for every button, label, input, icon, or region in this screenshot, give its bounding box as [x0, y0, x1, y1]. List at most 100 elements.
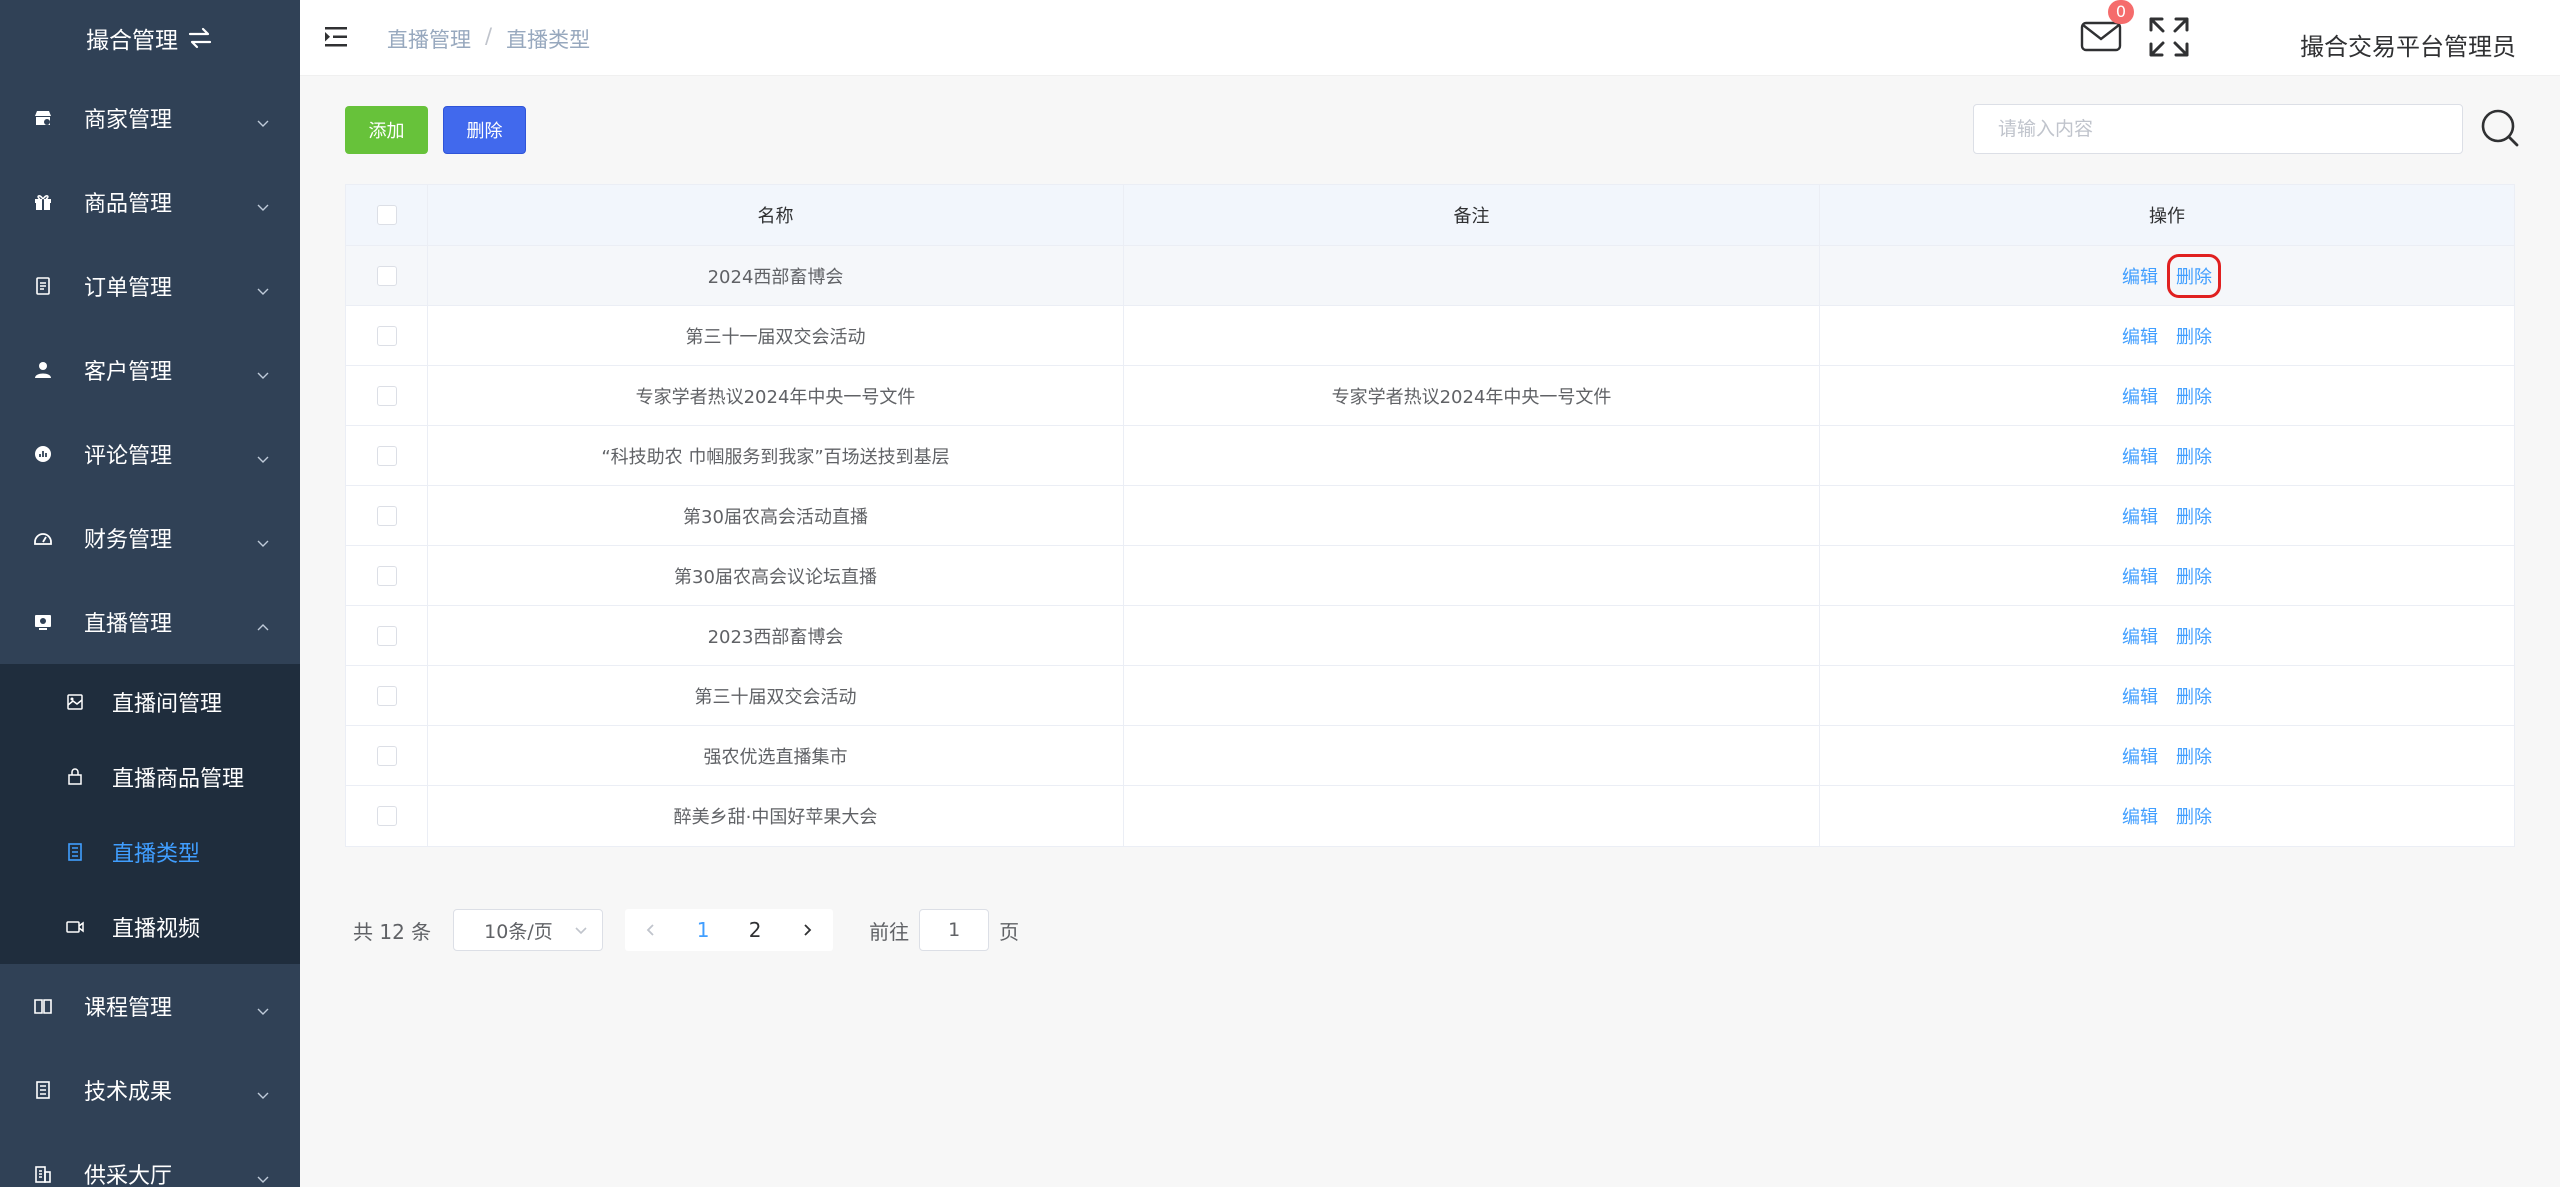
- edit-link[interactable]: 编辑: [2122, 563, 2158, 589]
- row-checkbox[interactable]: [376, 625, 397, 646]
- batch-delete-button[interactable]: 删除: [443, 106, 526, 154]
- sidebar-item-label: 商品管理: [84, 192, 173, 217]
- page-number-1[interactable]: 1: [677, 909, 729, 951]
- delete-link[interactable]: 删除: [2167, 253, 2221, 298]
- wallet-icon: [32, 527, 54, 549]
- row-checkbox[interactable]: [376, 745, 397, 766]
- select-all-checkbox[interactable]: [376, 205, 397, 225]
- add-button[interactable]: 添加: [345, 106, 428, 154]
- hamburger-icon[interactable]: [325, 25, 351, 49]
- sidebar-item-label: 直播视频: [112, 916, 201, 942]
- chevron-down-icon: [256, 447, 270, 463]
- chevron-down-icon: [256, 531, 270, 547]
- row-checkbox-cell: [346, 606, 428, 665]
- delete-link[interactable]: 删除: [2176, 443, 2212, 469]
- edit-link[interactable]: 编辑: [2122, 803, 2158, 829]
- sidebar-item-live-room[interactable]: 直播间管理: [0, 664, 300, 739]
- sidebar-item-label: 评论管理: [84, 444, 173, 469]
- row-checkbox[interactable]: [376, 685, 397, 706]
- column-header-actions: 操作: [2149, 206, 2185, 227]
- cell-remark: [1124, 486, 1820, 545]
- chevron-right-icon: [804, 924, 812, 936]
- edit-link[interactable]: 编辑: [2122, 443, 2158, 469]
- sidebar-item-comment[interactable]: 评论管理: [0, 412, 300, 496]
- edit-link[interactable]: 编辑: [2122, 323, 2158, 349]
- cell-remark: [1124, 246, 1820, 305]
- cell-name: 第30届农高会活动直播: [428, 486, 1124, 545]
- sidebar-item-product[interactable]: 商品管理: [0, 160, 300, 244]
- page-number-2[interactable]: 2: [729, 909, 781, 951]
- sidebar-item-label: 商家管理: [84, 108, 173, 133]
- row-checkbox-cell: [346, 246, 428, 305]
- row-checkbox[interactable]: [376, 325, 397, 346]
- row-checkbox-cell: [346, 786, 428, 846]
- sidebar-item-live-product[interactable]: 直播商品管理: [0, 739, 300, 814]
- row-checkbox[interactable]: [376, 806, 397, 826]
- row-checkbox[interactable]: [376, 265, 397, 286]
- delete-link[interactable]: 删除: [2176, 383, 2212, 409]
- sidebar-item-order[interactable]: 订单管理: [0, 244, 300, 328]
- building-icon: [32, 1163, 54, 1185]
- avatar[interactable]: [2240, 10, 2284, 70]
- edit-link[interactable]: 编辑: [2122, 683, 2158, 709]
- chevron-down-icon: [575, 927, 587, 935]
- sidebar-item-procurement-hall[interactable]: 供采大厅: [0, 1132, 300, 1187]
- edit-link[interactable]: 编辑: [2122, 503, 2158, 529]
- edit-link[interactable]: 编辑: [2122, 743, 2158, 769]
- page-size-select[interactable]: 10条/页: [453, 909, 604, 951]
- page-jumper: 前往 页: [869, 909, 1019, 951]
- username[interactable]: 撮合交易平台管理员: [2300, 27, 2516, 62]
- row-checkbox[interactable]: [376, 445, 397, 466]
- goto-page-input[interactable]: [919, 909, 990, 951]
- chevron-down-icon: [256, 1083, 270, 1099]
- sidebar-title: 撮合管理: [0, 0, 300, 76]
- table-row: 强农优选直播集市 编辑 删除: [346, 726, 2514, 786]
- page-size-value: 10条/页: [484, 920, 553, 943]
- cell-actions: 编辑 删除: [1820, 366, 2514, 425]
- sidebar-item-live[interactable]: 直播管理: [0, 580, 300, 664]
- table-row: 第30届农高会活动直播 编辑 删除: [346, 486, 2514, 546]
- sidebar-item-merchant[interactable]: 商家管理: [0, 76, 300, 160]
- edit-link[interactable]: 编辑: [2122, 383, 2158, 409]
- cell-remark: [1124, 666, 1820, 725]
- delete-link[interactable]: 删除: [2176, 683, 2212, 709]
- row-checkbox[interactable]: [376, 565, 397, 586]
- delete-link[interactable]: 删除: [2176, 623, 2212, 649]
- sidebar-item-label: 课程管理: [84, 996, 173, 1021]
- sidebar-item-tech-results[interactable]: 技术成果: [0, 1048, 300, 1132]
- sidebar-item-label: 直播类型: [112, 841, 201, 867]
- main-content: 添加 删除 名称 备注 操作 2024西部畜博会编辑删除第三十一届双交会活动编辑…: [300, 76, 2560, 1187]
- cell-name: 醉美乡甜·中国好苹果大会: [428, 786, 1124, 846]
- switch-icon[interactable]: [186, 26, 214, 50]
- prev-page-button[interactable]: [625, 909, 677, 951]
- delete-link[interactable]: 删除: [2176, 743, 2212, 769]
- breadcrumb-item-live[interactable]: 直播管理: [387, 24, 471, 54]
- table-row: 第三十届双交会活动 编辑 删除: [346, 666, 2514, 726]
- sidebar: 撮合管理 商家管理 商品管理 订单管理 客户管理 评论管理 财务管理 直播管理 直播间管理直…: [0, 0, 300, 1187]
- sidebar-item-live-type[interactable]: 直播类型: [0, 814, 300, 889]
- row-checkbox[interactable]: [376, 385, 397, 406]
- sidebar-item-customer[interactable]: 客户管理: [0, 328, 300, 412]
- sidebar-title-text: 撮合管理: [86, 28, 178, 54]
- next-page-button[interactable]: [781, 909, 833, 951]
- cell-name: “科技助农 巾帼服务到我家”百场送技到基层: [428, 426, 1124, 485]
- delete-link[interactable]: 删除: [2176, 803, 2212, 829]
- row-checkbox[interactable]: [376, 505, 397, 526]
- sidebar-item-course[interactable]: 课程管理: [0, 964, 300, 1048]
- delete-link[interactable]: 删除: [2176, 563, 2212, 589]
- sidebar-item-finance[interactable]: 财务管理: [0, 496, 300, 580]
- delete-link[interactable]: 删除: [2176, 503, 2212, 529]
- sidebar-item-label: 客户管理: [84, 360, 173, 385]
- sidebar-item-live-video[interactable]: 直播视频: [0, 889, 300, 964]
- sidebar-item-label: 订单管理: [84, 276, 173, 301]
- delete-link[interactable]: 删除: [2176, 323, 2212, 349]
- edit-link[interactable]: 编辑: [2122, 623, 2158, 649]
- user-icon: [32, 359, 54, 381]
- edit-link[interactable]: 编辑: [2122, 263, 2158, 289]
- search-input[interactable]: [1973, 104, 2463, 154]
- goto-prefix: 前往: [869, 919, 910, 944]
- fullscreen-icon[interactable]: [2148, 16, 2190, 58]
- live-icon: [32, 611, 54, 633]
- search-icon[interactable]: [2480, 108, 2520, 148]
- row-checkbox-cell: [346, 366, 428, 425]
